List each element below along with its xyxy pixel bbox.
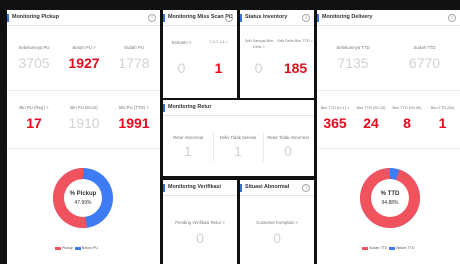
ttd-donut-chart: % TTD 94.88% xyxy=(360,168,420,228)
legend-swatch xyxy=(389,246,396,250)
donut-hole xyxy=(64,179,102,217)
panel-title: Monitoring Pickup xyxy=(12,14,60,20)
accent-bar xyxy=(163,104,165,112)
bin-pu-reg-value[interactable]: 17 xyxy=(9,115,59,131)
info-icon[interactable]: i xyxy=(302,183,310,192)
panel-title: Monitoring Miss Scan PU xyxy=(168,14,233,20)
blm-ttd-00-40-value[interactable]: 8 xyxy=(389,115,425,131)
deliv-blm-ttd-link[interactable]: Sdh Deliv Blm TTD > xyxy=(277,38,313,44)
sudah-ttd-label: Sudah TTD xyxy=(413,45,436,50)
kemarin-link[interactable]: Kemarin > xyxy=(163,40,200,45)
panel-monitoring-delivery: Monitoring Delivery i Sebelumnya TTD 713… xyxy=(317,10,460,264)
accent-bar xyxy=(7,14,9,22)
deliv-tidak-selesai-label: Deliv Tidak Selesai xyxy=(219,135,257,140)
donut-percent: 47.99% xyxy=(75,200,93,206)
panel-status-inventory: Status Inventory i Sdh Sampai Blm Deliv … xyxy=(240,10,314,98)
panel-header: Monitoring Retur xyxy=(163,100,314,116)
donut-hole xyxy=(371,179,409,217)
legend-swatch xyxy=(74,246,81,250)
legend-item-sudah-ttd[interactable]: Sudah TTD xyxy=(369,246,387,250)
panel-monitoring-verifikasi: Monitoring Verifikasi Pending Verifikasi… xyxy=(163,180,237,264)
retur-tidak-abnormal-label: Retur Tidak Abnormal xyxy=(267,135,309,140)
sebelum-ttd-label: Sebelumnya TTD xyxy=(336,45,370,50)
info-icon[interactable]: i xyxy=(302,13,310,22)
kemarin-value: 0 xyxy=(177,60,186,76)
divider xyxy=(317,148,460,149)
sudah-pu-value: 1778 xyxy=(118,55,150,71)
blm-ttd-h1-value[interactable]: 365 xyxy=(317,115,353,131)
accent-bar xyxy=(163,184,165,192)
accent-bar xyxy=(317,14,319,22)
deliv-blm-ttd-value[interactable]: 185 xyxy=(277,60,314,76)
legend-item-belum-pu[interactable]: Belum PU xyxy=(82,246,98,250)
legend-swatch xyxy=(55,246,61,250)
scan-range-link[interactable]: 7-2-7-1-4 > xyxy=(200,40,237,44)
panel-header: Status Inventory i xyxy=(240,10,314,26)
panel-header: Monitoring Delivery i xyxy=(317,10,460,26)
accent-bar xyxy=(240,184,242,192)
donut-percent: 94.88% xyxy=(382,200,400,206)
bin-pu-ttd-value[interactable]: 1991 xyxy=(109,115,159,131)
blm-ttd-60-label[interactable]: Blm TTD (60) xyxy=(425,105,460,110)
panel-title: Situasi Abnormal xyxy=(245,184,290,190)
panel-header: Situasi Abnormal i xyxy=(240,180,314,196)
accent-bar xyxy=(240,14,242,22)
retur-abnormal-label: Retur Abnormal xyxy=(173,135,203,140)
panel-header: Monitoring Pickup i xyxy=(7,10,160,26)
sampai-blm-deliv-value: 0 xyxy=(254,60,263,76)
scan-range-value[interactable]: 1 xyxy=(200,60,237,76)
pickup-legend: Pickup Belum PU xyxy=(55,246,98,250)
panel-title: Status Inventory xyxy=(245,14,288,20)
retur-tidak-abnormal-value: 0 xyxy=(284,143,292,159)
sebelum-pu-label: Sebelumnya PU xyxy=(18,45,50,50)
panel-title: Monitoring Verifikasi xyxy=(168,184,222,190)
panel-monitoring-pickup: Monitoring Pickup i Sebelumnya PU 3705 B… xyxy=(7,10,160,264)
bin-pu-reg-link[interactable]: Bin PU (Reg) > xyxy=(9,105,59,110)
bin-pu-econ-label: Bin PU (Econ) xyxy=(70,105,98,110)
panel-header: Monitoring Miss Scan PU i xyxy=(163,10,237,26)
belum-pu-value[interactable]: 1927 xyxy=(59,55,109,71)
sampai-blm-deliv-link[interactable]: Sdh Sampai Blm Deliv > xyxy=(241,38,277,50)
legend-item-belum-ttd[interactable]: Belum TTD xyxy=(396,246,414,250)
customer-komplain-link[interactable]: Customer Komplain > xyxy=(240,220,314,225)
panel-title: Monitoring Delivery xyxy=(322,14,373,20)
retur-abnormal-value: 1 xyxy=(184,143,192,159)
panel-monitoring-miss-scan-pu: Monitoring Miss Scan PU i Kemarin > 0 7-… xyxy=(163,10,237,98)
panel-header: Monitoring Verifikasi xyxy=(163,180,237,196)
sudah-ttd-value: 6770 xyxy=(408,55,441,71)
sebelum-ttd-value: 7135 xyxy=(337,55,369,71)
bin-pu-econ-value: 1910 xyxy=(68,115,100,131)
bin-pu-ttd-link[interactable]: Bin PU (TTD) > xyxy=(109,105,159,110)
info-icon[interactable]: i xyxy=(448,13,456,22)
panel-situasi-abnormal: Situasi Abnormal i Customer Komplain > 0 xyxy=(240,180,314,264)
accent-bar xyxy=(163,14,165,22)
donut-title: % TTD xyxy=(381,191,400,197)
customer-komplain-value: 0 xyxy=(273,230,281,246)
sudah-pu-label: Sudah PU xyxy=(124,45,144,50)
sebelum-pu-value: 3705 xyxy=(18,55,50,71)
ttd-legend: Sudah TTD Belum TTD xyxy=(362,246,414,250)
divider xyxy=(7,90,160,91)
info-icon[interactable]: i xyxy=(225,13,233,22)
blm-ttd-30-10-label[interactable]: Blm TTD (30-10) xyxy=(353,105,389,110)
blm-ttd-h1-link[interactable]: Blm TTD (H-1) > xyxy=(317,105,353,110)
pending-verifikasi-value: 0 xyxy=(196,230,204,246)
panel-monitoring-retur: Monitoring Retur Retur Abnormal 1 Deliv … xyxy=(163,100,314,176)
pending-verifikasi-link[interactable]: Pending Verifikasi Retur > xyxy=(163,220,237,225)
info-icon[interactable]: i xyxy=(148,13,156,22)
legend-item-pickup[interactable]: Pickup xyxy=(62,246,73,250)
divider xyxy=(317,90,460,91)
belum-pu-link[interactable]: Belum PU > xyxy=(59,45,109,50)
divider xyxy=(7,148,160,149)
pickup-donut-chart: % Pickup 47.99% xyxy=(53,168,113,228)
blm-ttd-60-value[interactable]: 1 xyxy=(425,115,460,131)
deliv-tidak-selesai-value: 1 xyxy=(234,143,242,159)
donut-title: % Pickup xyxy=(70,191,97,197)
blm-ttd-30-10-value[interactable]: 24 xyxy=(353,115,389,131)
blm-ttd-00-40-label[interactable]: Blm TTD (00-40) xyxy=(389,105,425,110)
legend-swatch xyxy=(362,246,368,250)
panel-title: Monitoring Retur xyxy=(168,104,212,110)
